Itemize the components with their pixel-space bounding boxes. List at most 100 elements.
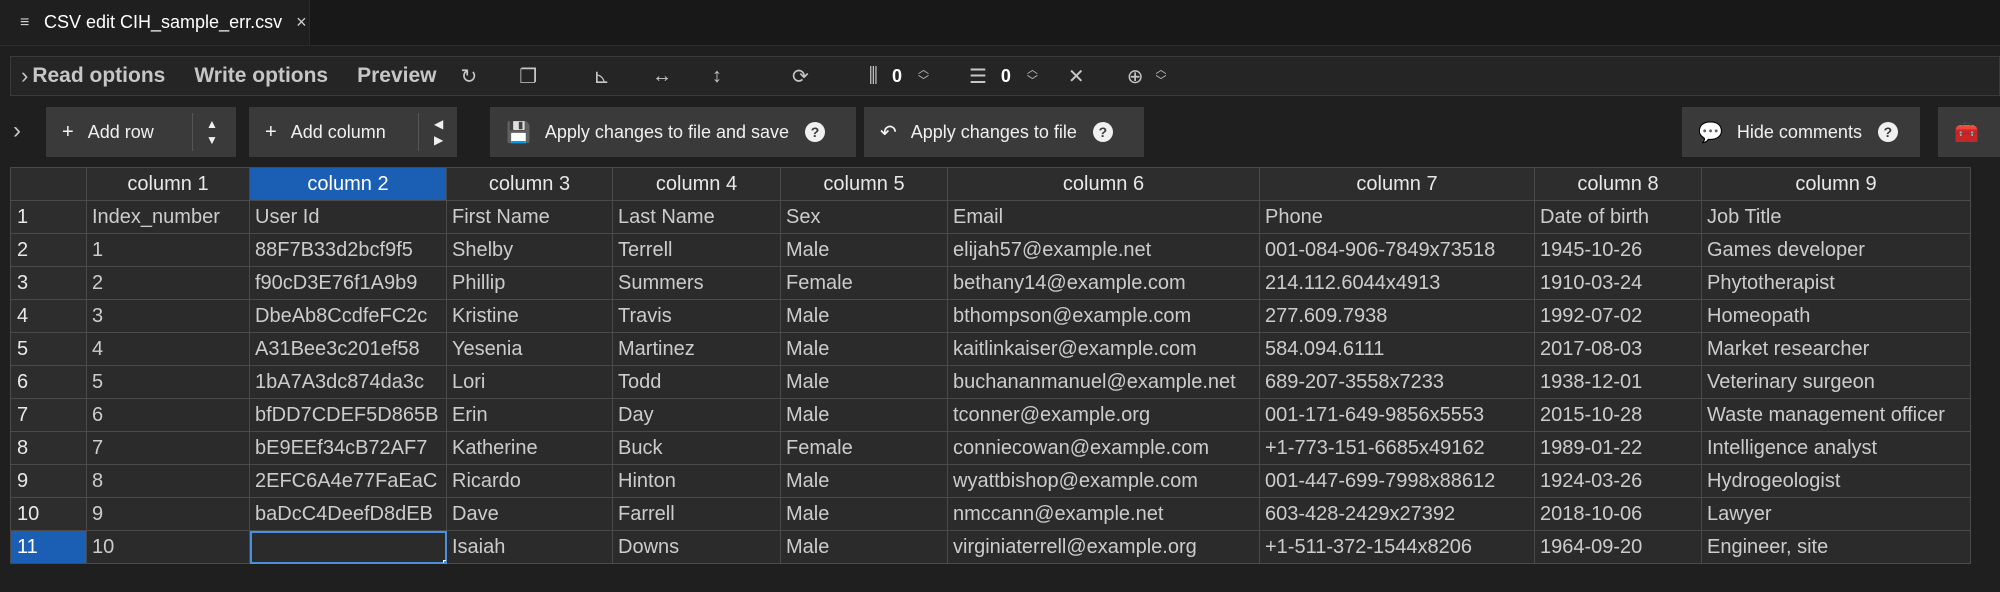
column-header[interactable]: column 8 — [1534, 167, 1702, 201]
column-header[interactable]: column 3 — [446, 167, 613, 201]
table-cell[interactable]: Male — [780, 497, 948, 531]
table-cell[interactable]: Hinton — [612, 464, 781, 498]
table-cell[interactable]: 214.112.6044x4913 — [1259, 266, 1535, 300]
table-cell[interactable]: 10 — [86, 530, 250, 564]
table-cell[interactable]: Homeopath — [1701, 299, 1971, 333]
column-header-selected[interactable]: column 2 — [249, 167, 447, 201]
table-cell[interactable]: Email — [947, 200, 1260, 234]
table-cell[interactable]: 1910-03-24 — [1534, 266, 1702, 300]
apply-changes-button[interactable]: ↶ Apply changes to file ? — [864, 107, 1144, 157]
row-number[interactable]: 3 — [10, 266, 87, 300]
table-cell[interactable]: Shelby — [446, 233, 613, 267]
table-cell[interactable]: Male — [780, 299, 948, 333]
fixed-rows-stepper[interactable]: ︿ ﹀ — [1027, 65, 1038, 87]
column-header[interactable]: column 4 — [612, 167, 781, 201]
row-number[interactable]: 11 — [10, 530, 87, 564]
table-cell[interactable]: +1-511-372-1544x8206 — [1259, 530, 1535, 564]
table-cell[interactable]: Lawyer — [1701, 497, 1971, 531]
table-cell[interactable]: Male — [780, 233, 948, 267]
table-cell[interactable]: Erin — [446, 398, 613, 432]
table-cell[interactable]: Waste management officer — [1701, 398, 1971, 432]
expand-horizontal-icon[interactable]: ↔ — [652, 65, 672, 88]
table-cell[interactable]: 1924-03-26 — [1534, 464, 1702, 498]
active-cell[interactable] — [249, 530, 447, 564]
apply-and-save-button[interactable]: 💾 Apply changes to file and save ? — [490, 107, 856, 157]
table-cell[interactable]: Male — [780, 398, 948, 432]
table-cell[interactable]: conniecowan@example.com — [947, 431, 1260, 465]
chevron-right-icon[interactable]: › — [13, 117, 21, 145]
table-cell[interactable]: Male — [780, 530, 948, 564]
table-cell[interactable]: Downs — [612, 530, 781, 564]
column-header[interactable]: column 7 — [1259, 167, 1535, 201]
chevron-right-icon[interactable]: › — [21, 63, 28, 89]
table-cell[interactable]: 2015-10-28 — [1534, 398, 1702, 432]
table-cell[interactable]: tconner@example.org — [947, 398, 1260, 432]
table-cell[interactable]: 5 — [86, 365, 250, 399]
row-number[interactable]: 9 — [10, 464, 87, 498]
table-cell[interactable]: 001-171-649-9856x5553 — [1259, 398, 1535, 432]
table-cell[interactable]: Ricardo — [446, 464, 613, 498]
preview-toggle[interactable]: Preview — [357, 64, 436, 88]
table-cell[interactable]: Male — [780, 332, 948, 366]
table-cell[interactable]: 2018-10-06 — [1534, 497, 1702, 531]
table-cell[interactable]: 6 — [86, 398, 250, 432]
table-cell[interactable]: Phillip — [446, 266, 613, 300]
row-number[interactable]: 6 — [10, 365, 87, 399]
table-cell[interactable]: 001-447-699-7998x88612 — [1259, 464, 1535, 498]
table-cell[interactable]: 2EFC6A4e77FaEaC — [249, 464, 447, 498]
read-options-toggle[interactable]: Read options — [32, 64, 165, 88]
table-cell[interactable]: Phytotherapist — [1701, 266, 1971, 300]
table-cell[interactable]: Games developer — [1701, 233, 1971, 267]
table-cell[interactable]: Farrell — [612, 497, 781, 531]
fixed-columns-stepper[interactable]: ︿ ﹀ — [918, 65, 929, 87]
table-cell[interactable]: baDcC4DeefD8dEB — [249, 497, 447, 531]
table-cell[interactable]: 8 — [86, 464, 250, 498]
column-position-stepper[interactable]: ◀ ▶ — [434, 116, 443, 148]
toolbox-button[interactable]: 🧰 — [1938, 107, 2000, 157]
table-cell[interactable]: Lori — [446, 365, 613, 399]
table-cell[interactable]: wyattbishop@example.com — [947, 464, 1260, 498]
table-cell[interactable]: Sex — [780, 200, 948, 234]
table-cell[interactable]: buchananmanuel@example.net — [947, 365, 1260, 399]
help-icon[interactable]: ? — [1877, 122, 1898, 142]
write-options-toggle[interactable]: Write options — [194, 64, 328, 88]
table-cell[interactable]: Male — [780, 464, 948, 498]
table-cell[interactable]: bethany14@example.com — [947, 266, 1260, 300]
help-icon[interactable]: ? — [805, 122, 826, 142]
table-cell[interactable]: Buck — [612, 431, 781, 465]
hide-comments-button[interactable]: 💬 Hide comments ? — [1682, 107, 1920, 157]
table-cell[interactable]: Travis — [612, 299, 781, 333]
table-cell[interactable]: kaitlinkaiser@example.com — [947, 332, 1260, 366]
table-cell[interactable]: Terrell — [612, 233, 781, 267]
table-cell[interactable]: DbeAb8CcdfeFC2c — [249, 299, 447, 333]
table-cell[interactable]: Female — [780, 431, 948, 465]
table-cell[interactable]: Market researcher — [1701, 332, 1971, 366]
table-cell[interactable]: Martinez — [612, 332, 781, 366]
table-cell[interactable]: f90cD3E76f1A9b9 — [249, 266, 447, 300]
table-cell[interactable]: 2017-08-03 — [1534, 332, 1702, 366]
table-cell[interactable]: Yesenia — [446, 332, 613, 366]
table-cell[interactable]: 1938-12-01 — [1534, 365, 1702, 399]
table-cell[interactable]: 001-084-906-7849x73518 — [1259, 233, 1535, 267]
table-cell[interactable]: Female — [780, 266, 948, 300]
table-cell[interactable]: 584.094.6111 — [1259, 332, 1535, 366]
table-cell[interactable]: bfDD7CDEF5D865B — [249, 398, 447, 432]
table-cell[interactable]: 2 — [86, 266, 250, 300]
table-cell[interactable]: Last Name — [612, 200, 781, 234]
row-number[interactable]: 2 — [10, 233, 87, 267]
table-cell[interactable]: Male — [780, 365, 948, 399]
table-cell[interactable]: User Id — [249, 200, 447, 234]
row-number[interactable]: 1 — [10, 200, 87, 234]
table-cell[interactable]: 9 — [86, 497, 250, 531]
row-number[interactable]: 8 — [10, 431, 87, 465]
table-cell[interactable]: Day — [612, 398, 781, 432]
table-cell[interactable]: virginiaterrell@example.org — [947, 530, 1260, 564]
table-cell[interactable]: elijah57@example.net — [947, 233, 1260, 267]
row-position-stepper[interactable]: ▲ ▼ — [206, 116, 218, 148]
table-cell[interactable]: 277.609.7938 — [1259, 299, 1535, 333]
row-number[interactable]: 4 — [10, 299, 87, 333]
table-cell[interactable]: 1964-09-20 — [1534, 530, 1702, 564]
editor-tab[interactable]: ≡ CSV edit CIH_sample_err.csv × — [0, 0, 310, 45]
table-cell[interactable]: bthompson@example.com — [947, 299, 1260, 333]
table-cell[interactable]: 3 — [86, 299, 250, 333]
